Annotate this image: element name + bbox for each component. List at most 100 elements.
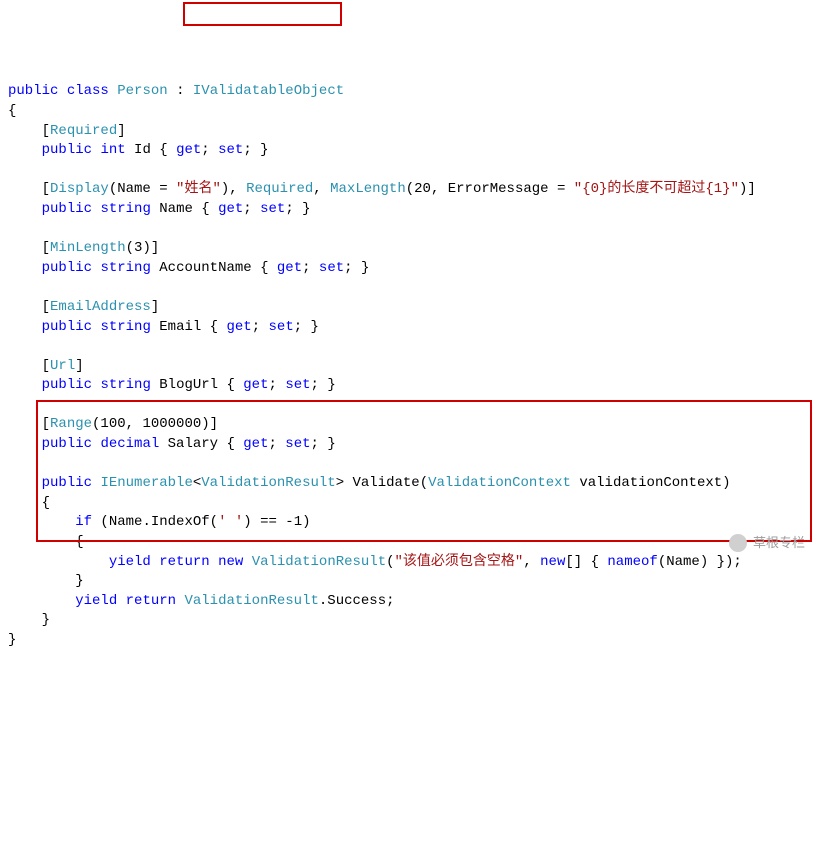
keyword-new: new	[540, 554, 565, 570]
punct: ; }	[311, 377, 336, 393]
keyword-if: if	[75, 514, 92, 530]
punct: (3)]	[126, 240, 160, 256]
punct: ,	[523, 554, 540, 570]
brace-open: {	[8, 103, 16, 119]
type-validationcontext: ValidationContext	[428, 475, 571, 491]
colon: :	[168, 83, 193, 99]
param-validationcontext: validationContext)	[571, 475, 731, 491]
punct: ]	[117, 123, 125, 139]
punct: [	[8, 123, 50, 139]
punct: (Name =	[109, 181, 176, 197]
keyword-public: public	[42, 201, 92, 217]
attr-range: Range	[50, 416, 92, 432]
keyword-public: public	[42, 475, 92, 491]
string-name: "姓名"	[176, 181, 221, 197]
attr-required: Required	[246, 181, 313, 197]
punct: [	[8, 240, 50, 256]
indent	[8, 593, 75, 609]
keyword-string: string	[100, 260, 150, 276]
watermark: 草根专栏	[729, 534, 805, 552]
keyword-get: get	[243, 436, 268, 452]
keyword-get: get	[176, 142, 201, 158]
attr-maxlength: MaxLength	[330, 181, 406, 197]
prop-email: Email {	[151, 319, 227, 335]
attr-url: Url	[50, 358, 75, 374]
char-space: ' '	[218, 514, 243, 530]
keyword-set: set	[285, 377, 310, 393]
attr-required: Required	[50, 123, 117, 139]
punct: (	[386, 554, 394, 570]
punct: (Name) });	[658, 554, 742, 570]
keyword-return: return	[159, 554, 209, 570]
highlight-box-interface	[183, 2, 342, 26]
keyword-string: string	[100, 201, 150, 217]
indent	[8, 436, 42, 452]
punct: ; }	[243, 142, 268, 158]
keyword-yield: yield	[109, 554, 151, 570]
punct: ; }	[294, 319, 319, 335]
attr-minlength: MinLength	[50, 240, 126, 256]
keyword-public: public	[42, 377, 92, 393]
keyword-public: public	[42, 319, 92, 335]
keyword-set: set	[269, 319, 294, 335]
prop-name: Name {	[151, 201, 218, 217]
member-success: .Success;	[319, 593, 395, 609]
keyword-public: public	[42, 142, 92, 158]
brace-close: }	[8, 573, 84, 589]
indent	[8, 260, 42, 276]
keyword-public: public	[42, 260, 92, 276]
keyword-string: string	[100, 377, 150, 393]
keyword-get: get	[226, 319, 251, 335]
type-validationresult: ValidationResult	[184, 593, 318, 609]
string-msg: "该值必须包含空格"	[395, 554, 524, 570]
prop-id: Id {	[126, 142, 176, 158]
keyword-new: new	[218, 554, 243, 570]
indent	[8, 377, 42, 393]
type-person: Person	[117, 83, 167, 99]
cond: (Name.IndexOf(	[92, 514, 218, 530]
keyword-return: return	[126, 593, 176, 609]
keyword-get: get	[218, 201, 243, 217]
punct: ),	[221, 181, 246, 197]
punct: ; }	[285, 201, 310, 217]
punct: (20, ErrorMessage =	[406, 181, 574, 197]
punct: )]	[739, 181, 756, 197]
punct: ;	[201, 142, 218, 158]
keyword-public: public	[8, 83, 58, 99]
punct: [	[8, 416, 50, 432]
keyword-string: string	[100, 319, 150, 335]
method-validate: > Validate(	[336, 475, 428, 491]
indent	[8, 142, 42, 158]
keyword-set: set	[285, 436, 310, 452]
keyword-int: int	[100, 142, 125, 158]
keyword-public: public	[42, 436, 92, 452]
punct: ;	[268, 436, 285, 452]
punct: <	[193, 475, 201, 491]
keyword-get: get	[243, 377, 268, 393]
punct: ;	[243, 201, 260, 217]
type-validationresult: ValidationResult	[201, 475, 335, 491]
punct: [	[8, 299, 50, 315]
punct: (100, 1000000)]	[92, 416, 218, 432]
code-block: public class Person : IValidatableObject…	[8, 82, 815, 650]
prop-blogurl: BlogUrl {	[151, 377, 243, 393]
punct: [] {	[565, 554, 607, 570]
string-errmsg: "{0}的长度不可超过{1}"	[574, 181, 739, 197]
brace-close: }	[8, 632, 16, 648]
prop-salary: Salary {	[159, 436, 243, 452]
indent	[8, 201, 42, 217]
punct: [	[8, 181, 50, 197]
brace-open: {	[8, 534, 84, 550]
indent	[8, 475, 42, 491]
watermark-avatar-icon	[729, 534, 747, 552]
indent	[8, 319, 42, 335]
brace-close: }	[8, 612, 50, 628]
keyword-set: set	[260, 201, 285, 217]
type-ienumerable: IEnumerable	[100, 475, 192, 491]
type-ivalidatableobject: IValidatableObject	[193, 83, 344, 99]
punct: ;	[302, 260, 319, 276]
keyword-yield: yield	[75, 593, 117, 609]
keyword-get: get	[277, 260, 302, 276]
cond-end: ) == -1)	[243, 514, 310, 530]
punct: ; }	[344, 260, 369, 276]
